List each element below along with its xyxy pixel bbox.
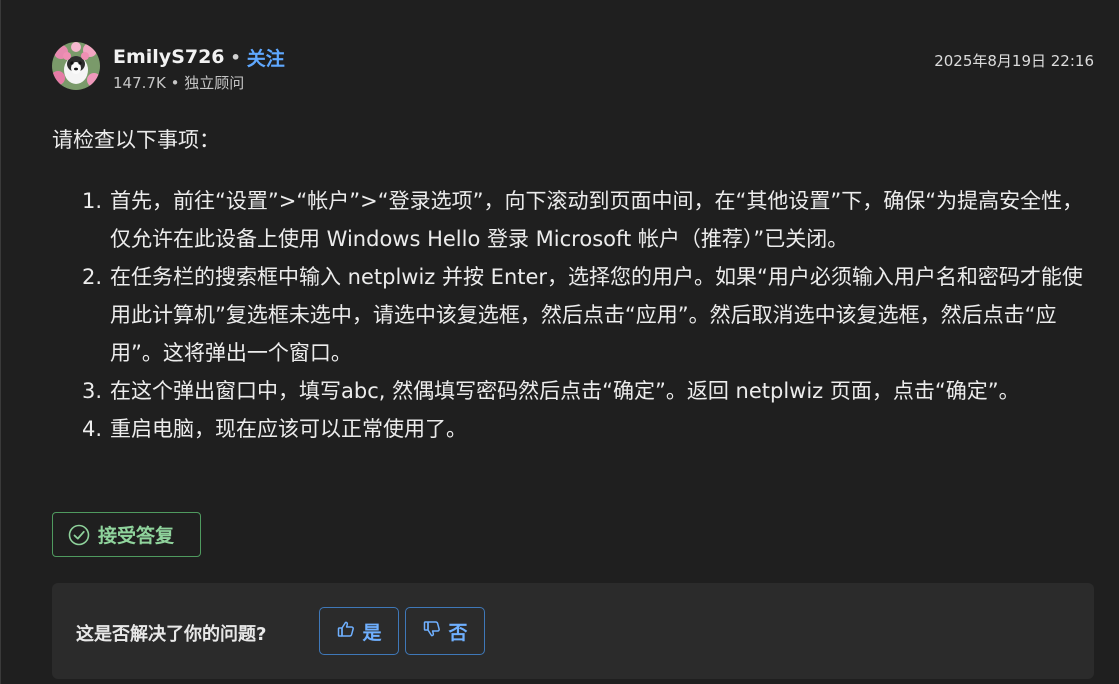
post-intro: 请检查以下事项：: [52, 128, 220, 152]
author-name[interactable]: EmilyS726: [113, 46, 225, 68]
check-circle-icon: [68, 524, 90, 546]
step-text: 在任务栏的搜索框中输入 netplwiz 并按 Enter，选择您的用户。如果“…: [110, 265, 1083, 365]
thumbs-up-icon: [336, 619, 356, 644]
post-date: 2025年8月19日 22:16: [934, 52, 1094, 70]
step-number: 1.: [82, 189, 103, 213]
list-item: 1. 首先，前往“设置”>“帐户”>“登录选项”，向下滚动到页面中间，在“其他设…: [82, 182, 1092, 258]
step-number: 3.: [82, 379, 103, 403]
accept-answer-button[interactable]: 接受答复: [52, 512, 201, 557]
author-meta: 147.7K • 独立顾问: [113, 72, 244, 93]
step-text: 重启电脑，现在应该可以正常使用了。: [110, 417, 467, 441]
list-item: 3. 在这个弹出窗口中，填写abc, 然偶填写密码然后点击“确定”。返回 net…: [82, 372, 1092, 410]
author-stats: 147.7K: [113, 74, 166, 92]
answer-post: EmilyS726 • 关注 147.7K • 独立顾问 2025年8月19日 …: [52, 0, 1094, 684]
vote-yes-button[interactable]: 是: [319, 607, 399, 655]
feedback-panel: 这是否解决了你的问题? 是 否: [52, 583, 1094, 679]
thumbs-down-icon: [422, 619, 442, 644]
avatar[interactable]: [52, 42, 100, 90]
author-line: EmilyS726 • 关注: [113, 44, 285, 70]
author-role: 独立顾问: [184, 74, 245, 92]
steps-list: 1. 首先，前往“设置”>“帐户”>“登录选项”，向下滚动到页面中间，在“其他设…: [82, 182, 1092, 448]
list-item: 4. 重启电脑，现在应该可以正常使用了。: [82, 410, 1092, 448]
avatar-image: [52, 42, 100, 90]
step-number: 2.: [82, 265, 103, 289]
list-item: 2. 在任务栏的搜索框中输入 netplwiz 并按 Enter，选择您的用户。…: [82, 258, 1092, 372]
dot-separator: •: [230, 47, 241, 67]
step-number: 4.: [82, 417, 103, 441]
step-text: 在这个弹出窗口中，填写abc, 然偶填写密码然后点击“确定”。返回 netplw…: [110, 379, 1020, 403]
vote-no-button[interactable]: 否: [405, 607, 485, 655]
follow-button[interactable]: 关注: [247, 44, 285, 71]
window-edge: [0, 0, 1, 684]
vote-no-label: 否: [448, 621, 468, 644]
post-header: EmilyS726 • 关注 147.7K • 独立顾问 2025年8月19日 …: [52, 42, 1094, 94]
step-text: 首先，前往“设置”>“帐户”>“登录选项”，向下滚动到页面中间，在“其他设置”下…: [110, 189, 1084, 251]
accept-answer-label: 接受答复: [98, 525, 175, 547]
feedback-question: 这是否解决了你的问题?: [76, 624, 267, 645]
meta-separator: •: [170, 74, 180, 92]
vote-yes-label: 是: [362, 621, 382, 644]
